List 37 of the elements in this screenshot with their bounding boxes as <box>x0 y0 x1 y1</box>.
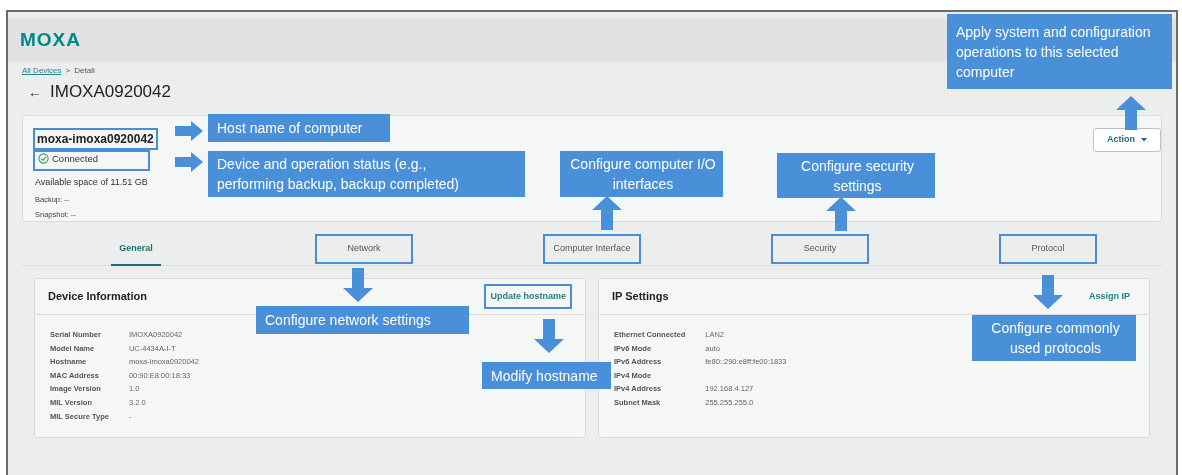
callout-box: Configure computer I/O interfaces <box>560 151 723 197</box>
breadcrumb-separator: > <box>65 65 71 77</box>
tab[interactable]: Protocol <box>999 234 1097 264</box>
card-link[interactable]: Update hostname <box>484 283 572 310</box>
back-button[interactable]: ← <box>28 81 42 103</box>
callout-box: Configure network settings <box>256 306 469 334</box>
callout-box: Configure commonly used protocols <box>972 315 1136 361</box>
page-title: IMOXA0920042 <box>50 81 171 104</box>
callout-arrow <box>343 268 373 302</box>
action-button[interactable]: Action <box>1093 128 1161 152</box>
callout-arrow <box>592 196 622 230</box>
callout-arrow <box>534 319 564 353</box>
check-circle-icon <box>38 153 49 164</box>
callout-arrow <box>826 197 856 231</box>
card-link[interactable]: Assign IP <box>1083 283 1136 310</box>
callout-arrow <box>1033 275 1063 309</box>
card-title: Device Information <box>48 289 148 305</box>
tab[interactable]: Security <box>771 234 869 264</box>
callout-box: Apply system and configuration operations to this selected computer <box>947 14 1172 89</box>
space-text: Available space of 11.51 GB <box>35 176 148 189</box>
callout-arrow <box>175 152 203 172</box>
caret-icon <box>1141 138 1147 142</box>
card-title: IP Settings <box>612 289 669 305</box>
callout-box: Device and operation status (e.g., performing backup, backup completed) <box>208 151 525 197</box>
tab[interactable]: Network <box>315 234 413 264</box>
callout-box: Configure security settings <box>777 153 935 198</box>
breadcrumb-link[interactable]: All Devices <box>22 65 62 77</box>
callout-box: Host name of computer <box>208 114 390 142</box>
tab[interactable]: Computer Interface <box>543 234 641 264</box>
status-text: Connected <box>52 152 98 166</box>
hostname-text: moxa-imoxa0920042 <box>33 128 158 150</box>
callout-box: Modify hostname <box>482 362 611 389</box>
callout-arrow <box>175 121 203 141</box>
callout-arrow <box>1116 96 1146 130</box>
logo: MOXA <box>20 27 81 52</box>
tab[interactable]: General <box>109 234 163 264</box>
breadcrumb-current: Detail <box>74 65 95 77</box>
